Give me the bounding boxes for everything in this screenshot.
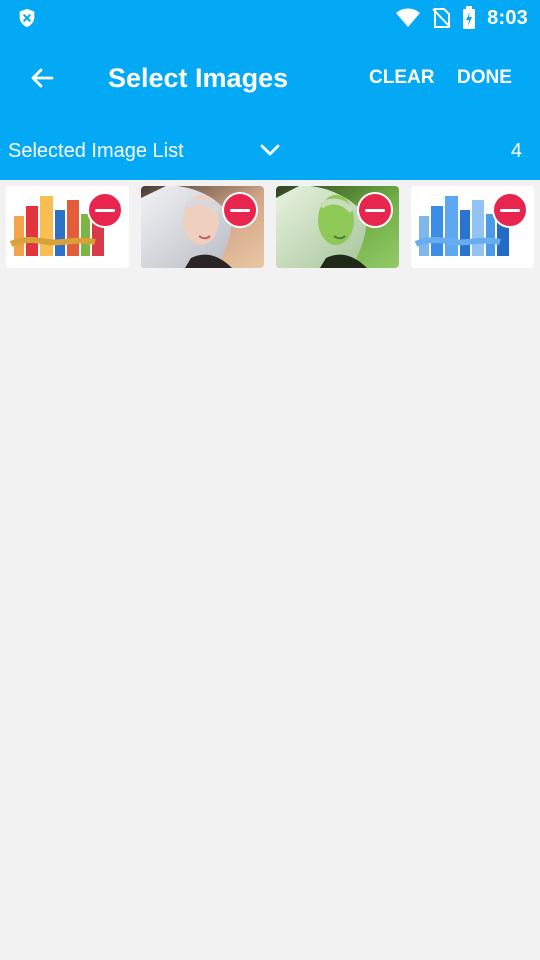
selected-list-title: Selected Image List bbox=[8, 140, 184, 162]
selected-list-header: Selected Image List 4 bbox=[0, 120, 540, 180]
selected-image-thumbnail[interactable] bbox=[276, 186, 399, 268]
wifi-icon bbox=[396, 8, 421, 27]
selected-image-thumbnail[interactable] bbox=[6, 186, 129, 268]
minus-circle-icon bbox=[95, 208, 115, 212]
empty-content-area bbox=[0, 268, 540, 960]
selected-images-list bbox=[6, 186, 536, 268]
minus-circle-icon bbox=[230, 208, 250, 212]
remove-image-button[interactable] bbox=[222, 192, 258, 228]
chevron-down-icon[interactable] bbox=[256, 136, 284, 164]
no-sim-icon bbox=[432, 8, 451, 28]
remove-image-button[interactable] bbox=[357, 192, 393, 228]
clear-button[interactable]: CLEAR bbox=[369, 64, 434, 92]
selected-count: 4 bbox=[510, 140, 522, 162]
battery-charging-icon bbox=[463, 6, 476, 29]
selected-image-thumbnail[interactable] bbox=[411, 186, 534, 268]
shield-x-icon bbox=[19, 8, 35, 28]
selected-image-thumbnail[interactable] bbox=[141, 186, 264, 268]
minus-circle-icon bbox=[365, 208, 385, 212]
app-bar: Select Images CLEAR DONE bbox=[0, 36, 540, 120]
status-time: 8:03 bbox=[487, 6, 528, 29]
remove-image-button[interactable] bbox=[492, 192, 528, 228]
minus-circle-icon bbox=[500, 208, 520, 212]
page-title: Select Images bbox=[108, 63, 289, 93]
remove-image-button[interactable] bbox=[87, 192, 123, 228]
status-bar: 8:03 bbox=[0, 0, 540, 36]
back-button[interactable] bbox=[16, 56, 68, 100]
arrow-left-icon bbox=[31, 68, 54, 88]
done-button[interactable]: DONE bbox=[457, 64, 512, 92]
status-icons: 8:03 bbox=[395, 6, 528, 30]
